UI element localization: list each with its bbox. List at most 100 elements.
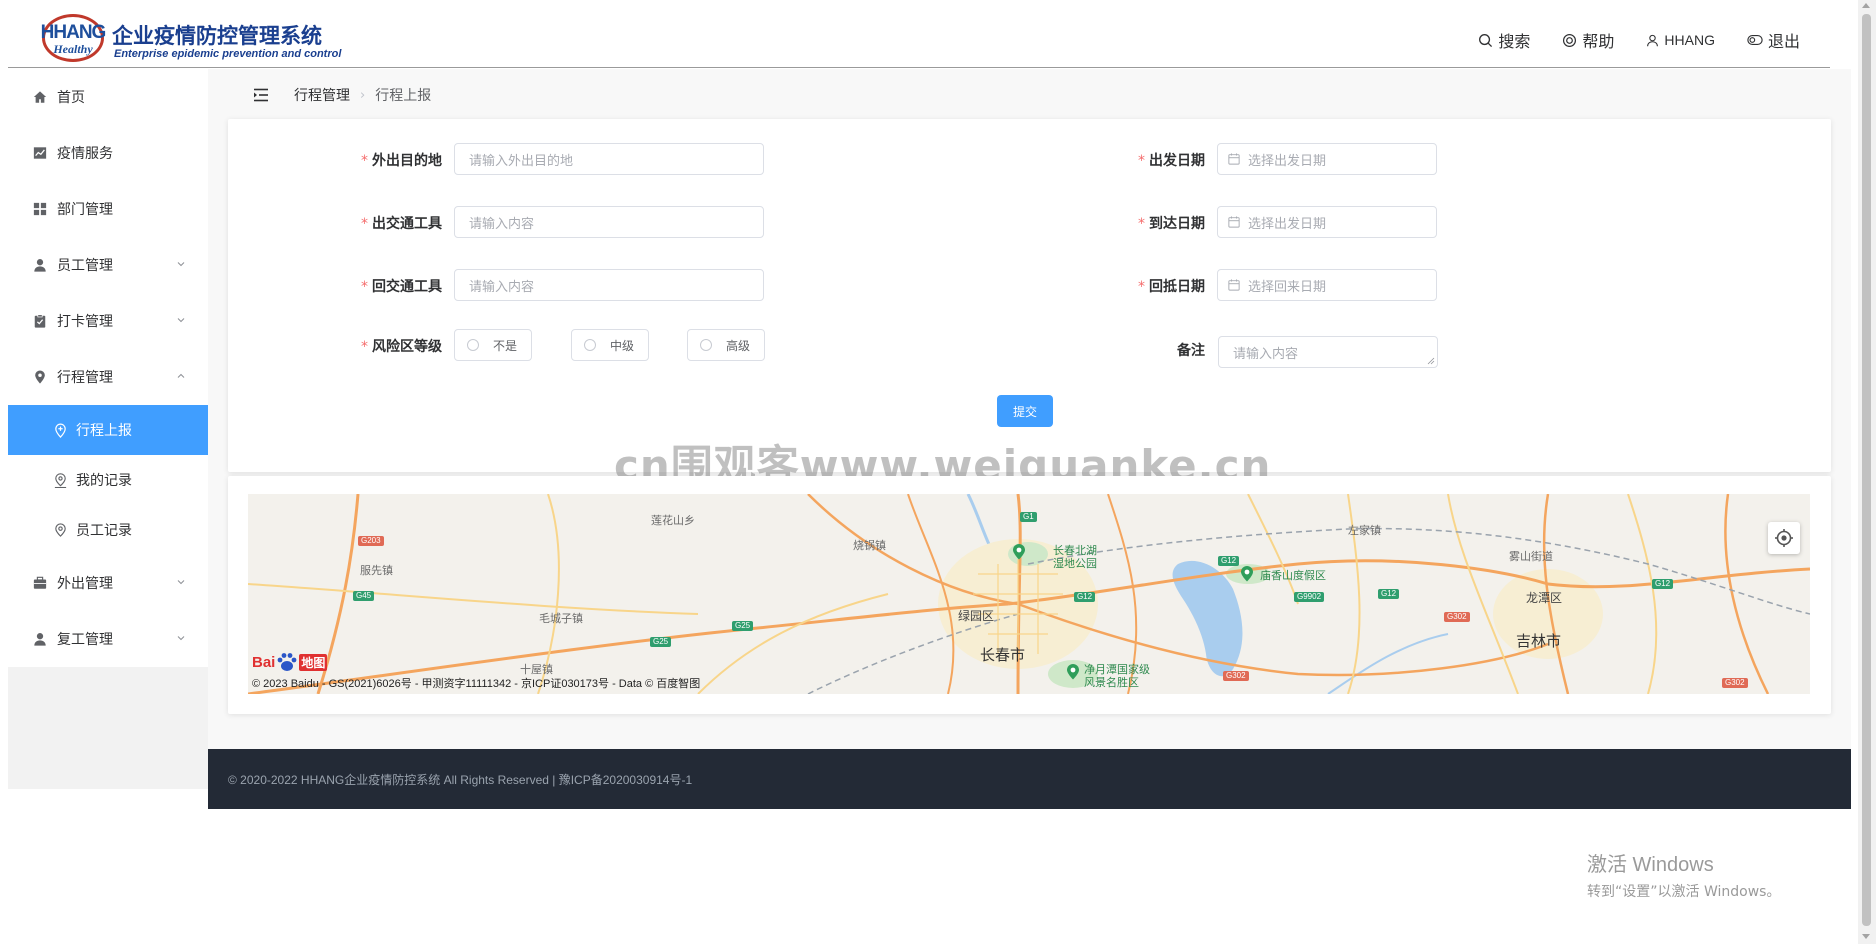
- baidu-logo-text: Bai: [252, 653, 276, 671]
- highway-shield: G12: [1378, 589, 1400, 599]
- breadcrumb-item-current: 行程上报: [375, 88, 432, 104]
- highway-shield: G203: [358, 536, 384, 546]
- submit-button[interactable]: 提交: [997, 395, 1053, 427]
- windows-activation-title: 激活 Windows: [1587, 854, 1714, 876]
- sidebar-subitem-my-records[interactable]: 我的记录: [8, 455, 208, 505]
- toggle-icon: [1747, 34, 1763, 46]
- footer-text: © 2020-2022 HHANG企业疫情防控系统 All Rights Res…: [228, 772, 693, 787]
- sidebar-subitem-trip-report[interactable]: 行程上报: [8, 405, 208, 455]
- search-label: 搜索: [1498, 32, 1531, 51]
- risk-option-none[interactable]: 不是: [454, 329, 532, 361]
- sidebar-item-trip[interactable]: 行程管理: [8, 349, 208, 405]
- grid-icon: [32, 201, 48, 217]
- logo-mark-text: HHANG: [40, 22, 107, 43]
- location-icon: [32, 369, 48, 385]
- sidebar-subitem-label: 员工记录: [76, 523, 132, 539]
- scroll-up-icon[interactable]: [1862, 3, 1870, 8]
- chart-icon: [32, 145, 48, 161]
- sidebar-item-label: 打卡管理: [57, 314, 113, 330]
- radio-circle-icon: [700, 339, 712, 351]
- baidu-paw-icon: [277, 653, 297, 671]
- baidu-map[interactable]: 莲花山乡 烧锅镇 服先镇 毛城子镇 十屋镇 长春北湖 湿地公园 绿园区 长春市 …: [248, 494, 1810, 694]
- sidebar-item-department[interactable]: 部门管理: [8, 181, 208, 237]
- chevron-down-icon: [177, 636, 185, 641]
- menu-fold-icon[interactable]: [252, 86, 270, 104]
- top-header: HHANG Healthy 企业疫情防控管理系统 Enterprise epid…: [8, 8, 1830, 68]
- help-button[interactable]: 帮助: [1562, 28, 1614, 52]
- out-transport-label: * 出交通工具: [361, 216, 442, 232]
- sidebar-item-label: 疫情服务: [57, 146, 113, 162]
- map-label: 烧锅镇: [853, 539, 886, 552]
- sidebar-item-checkin[interactable]: 打卡管理: [8, 293, 208, 349]
- sidebar-subitem-label: 行程上报: [76, 423, 132, 439]
- scrollbar-thumb[interactable]: [1862, 14, 1871, 926]
- map-label: 雾山街道: [1509, 550, 1553, 563]
- sidebar-item-resume-work[interactable]: 复工管理: [8, 611, 208, 667]
- clipboard-icon: [32, 313, 48, 329]
- sidebar-item-home[interactable]: 首页: [8, 69, 208, 125]
- locate-button[interactable]: [1768, 522, 1800, 554]
- highway-shield: G1: [1020, 512, 1037, 522]
- park-marker-icon: [1013, 544, 1025, 560]
- depart-date-label: * 出发日期: [1138, 153, 1205, 169]
- sidebar-subitem-employee-records[interactable]: 员工记录: [8, 505, 208, 555]
- search-button[interactable]: 搜索: [1478, 28, 1530, 52]
- arrive-date-picker[interactable]: 选择出发日期: [1217, 206, 1437, 238]
- highway-shield: G9902: [1294, 592, 1325, 602]
- user-icon: [1647, 34, 1659, 46]
- risk-level-label: * 风险区等级: [361, 339, 442, 355]
- remark-label: 备注: [1177, 343, 1205, 359]
- help-icon: [1563, 33, 1577, 47]
- out-transport-input[interactable]: 请输入内容: [454, 206, 764, 238]
- sidebar-item-label: 复工管理: [57, 632, 113, 648]
- return-transport-label: * 回交通工具: [361, 279, 442, 295]
- locate-icon: [1775, 529, 1793, 547]
- breadcrumb-item[interactable]: 行程管理: [294, 85, 350, 105]
- breadcrumb-separator-icon: ›: [360, 87, 366, 103]
- chevron-up-icon: [177, 373, 185, 378]
- sidebar-item-employee[interactable]: 员工管理: [8, 237, 208, 293]
- map-label: 绿园区: [958, 609, 995, 623]
- map-label: 风景名胜区: [1084, 676, 1139, 689]
- map-label: 服先镇: [360, 564, 393, 577]
- windows-activation-subtitle: 转到“设置”以激活 Windows。: [1587, 884, 1781, 900]
- location-user-icon: [52, 472, 68, 488]
- sidebar-item-epidemic[interactable]: 疫情服务: [8, 125, 208, 181]
- depart-date-picker[interactable]: 选择出发日期: [1217, 143, 1437, 175]
- app-logo[interactable]: HHANG Healthy 企业疫情防控管理系统 Enterprise epid…: [38, 12, 368, 64]
- map-label: 毛城子镇: [539, 612, 583, 625]
- map-roads: [248, 494, 1810, 694]
- logout-label: 退出: [1767, 32, 1800, 51]
- highway-shield: G302: [1722, 678, 1748, 688]
- windows-activation-notice: 激活 Windows 转到“设置”以激活 Windows。: [1587, 848, 1780, 901]
- user-icon: [32, 257, 48, 273]
- logout-button[interactable]: 退出: [1747, 28, 1800, 52]
- map-label: 湿地公园: [1053, 557, 1097, 570]
- map-copyright: © 2023 Baidu - GS(2021)6026号 - 甲测资字11111…: [252, 678, 701, 690]
- resize-handle-icon[interactable]: [1427, 357, 1435, 365]
- sidebar-item-label: 部门管理: [57, 202, 113, 218]
- app-subtitle: Enterprise epidemic prevention and contr…: [114, 48, 342, 60]
- home-icon: [32, 89, 48, 105]
- remark-textarea[interactable]: 请输入内容: [1218, 336, 1438, 368]
- risk-option-medium[interactable]: 中级: [571, 329, 649, 361]
- risk-option-high[interactable]: 高级: [687, 329, 765, 361]
- chevron-down-icon: [177, 262, 185, 267]
- destination-label: * 外出目的地: [361, 153, 442, 169]
- radio-circle-icon: [584, 339, 596, 351]
- baidu-logo[interactable]: Bai 地图: [252, 652, 328, 672]
- scroll-down-icon[interactable]: [1862, 934, 1870, 939]
- destination-input[interactable]: 请输入外出目的地: [454, 143, 764, 175]
- return-transport-input[interactable]: 请输入内容: [454, 269, 764, 301]
- sidebar-subitem-label: 我的记录: [76, 473, 132, 489]
- sidebar-item-outing[interactable]: 外出管理: [8, 555, 208, 611]
- highway-shield: G12: [1074, 592, 1096, 602]
- sidebar-menu: 首页 疫情服务 部门管理 员工管理 打卡管理 行程管理 行程上报 我的记录 员工…: [8, 69, 208, 667]
- page-footer: © 2020-2022 HHANG企业疫情防控系统 All Rights Res…: [208, 749, 1851, 809]
- map-label: 庙香山度假区: [1260, 569, 1326, 582]
- user-name: HHANG: [1664, 32, 1715, 48]
- highway-shield: G45: [353, 591, 375, 601]
- user-menu[interactable]: HHANG: [1646, 32, 1715, 48]
- radio-circle-icon: [467, 339, 479, 351]
- return-date-picker[interactable]: 选择回来日期: [1217, 269, 1437, 301]
